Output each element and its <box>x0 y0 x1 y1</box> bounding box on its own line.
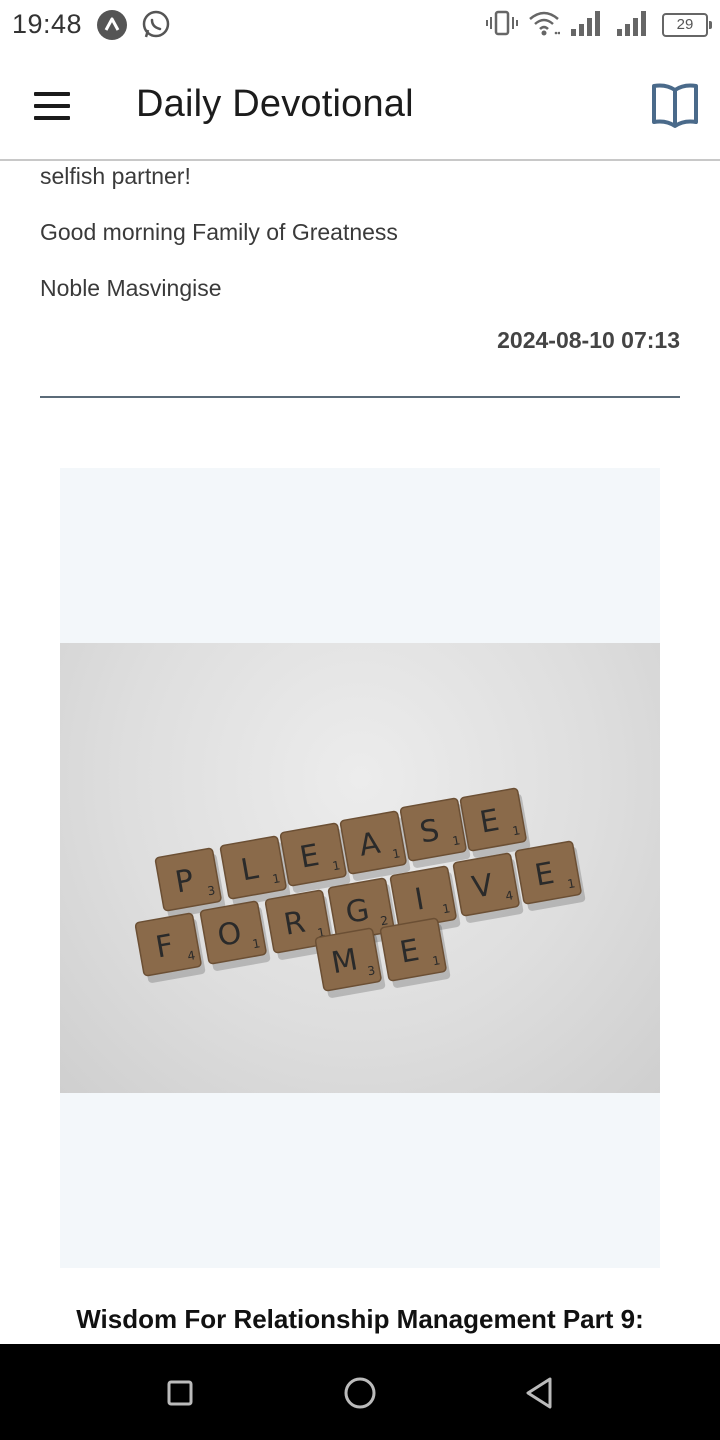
devotional-feed[interactable]: selfish partner! Good morning Family of … <box>0 161 720 1344</box>
post-timestamp: 2024-08-10 07:13 <box>497 327 680 353</box>
scrabble-tile: E1 <box>514 840 586 911</box>
open-book-icon[interactable] <box>648 78 702 132</box>
signal-icon <box>570 9 606 42</box>
system-nav-bar <box>0 1344 720 1440</box>
whatsapp-icon <box>140 9 172 41</box>
status-bar: 19:48 29 <box>0 0 720 50</box>
scrabble-tile: E1 <box>379 917 451 988</box>
scrabble-tiles-illustration: P 3L 1E 1A 1S 1E 1F 4O 1R 1G 2I 1V 4E 1M 3E 1 <box>134 787 586 998</box>
signal-icon <box>616 9 652 42</box>
post-divider <box>40 396 680 398</box>
scrabble-tile: V4 <box>452 852 524 923</box>
app-notification-icon <box>96 9 128 41</box>
scrabble-tile: E1 <box>459 787 531 858</box>
scrabble-tile: E1 <box>279 822 351 893</box>
post-author: Noble Masvingise <box>40 275 222 301</box>
post-image: P3L1E1A1S1E1F4O1R1G2I1V4E1M3E1 <box>60 643 660 1093</box>
status-time: 19:48 <box>12 9 83 39</box>
back-button[interactable] <box>515 1368 565 1418</box>
app-title: Daily Devotional <box>136 83 414 125</box>
battery-icon: 29 <box>662 13 712 37</box>
vibrate-icon <box>486 9 518 42</box>
post-greeting: Good morning Family of Greatness <box>40 219 398 245</box>
app-bar: Daily Devotional <box>0 50 720 161</box>
scrabble-tile: L1 <box>219 835 291 906</box>
scrabble-tile: S1 <box>399 797 471 868</box>
wifi-icon <box>528 9 561 42</box>
recents-button[interactable] <box>155 1368 205 1418</box>
scrabble-tile: O1 <box>199 900 271 971</box>
post-image-frame[interactable]: P3L1E1A1S1E1F4O1R1G2I1V4E1M3E1 <box>60 468 660 1268</box>
scrabble-tile: A1 <box>339 810 411 881</box>
scrabble-tile: M3 <box>314 927 386 998</box>
scrabble-tile: F4 <box>134 912 206 983</box>
home-button[interactable] <box>335 1368 385 1418</box>
post-paragraph: selfish partner! <box>40 163 191 189</box>
status-icons: 29 <box>486 9 712 42</box>
scrabble-tiles: P 3L 1E 1A 1S 1E 1F 4O 1R 1G 2I 1V 4E 1M 3E 1 <box>134 787 586 998</box>
next-post-title[interactable]: Wisdom For Relationship Management Part … <box>40 1301 680 1337</box>
hamburger-menu-icon[interactable] <box>24 78 80 134</box>
